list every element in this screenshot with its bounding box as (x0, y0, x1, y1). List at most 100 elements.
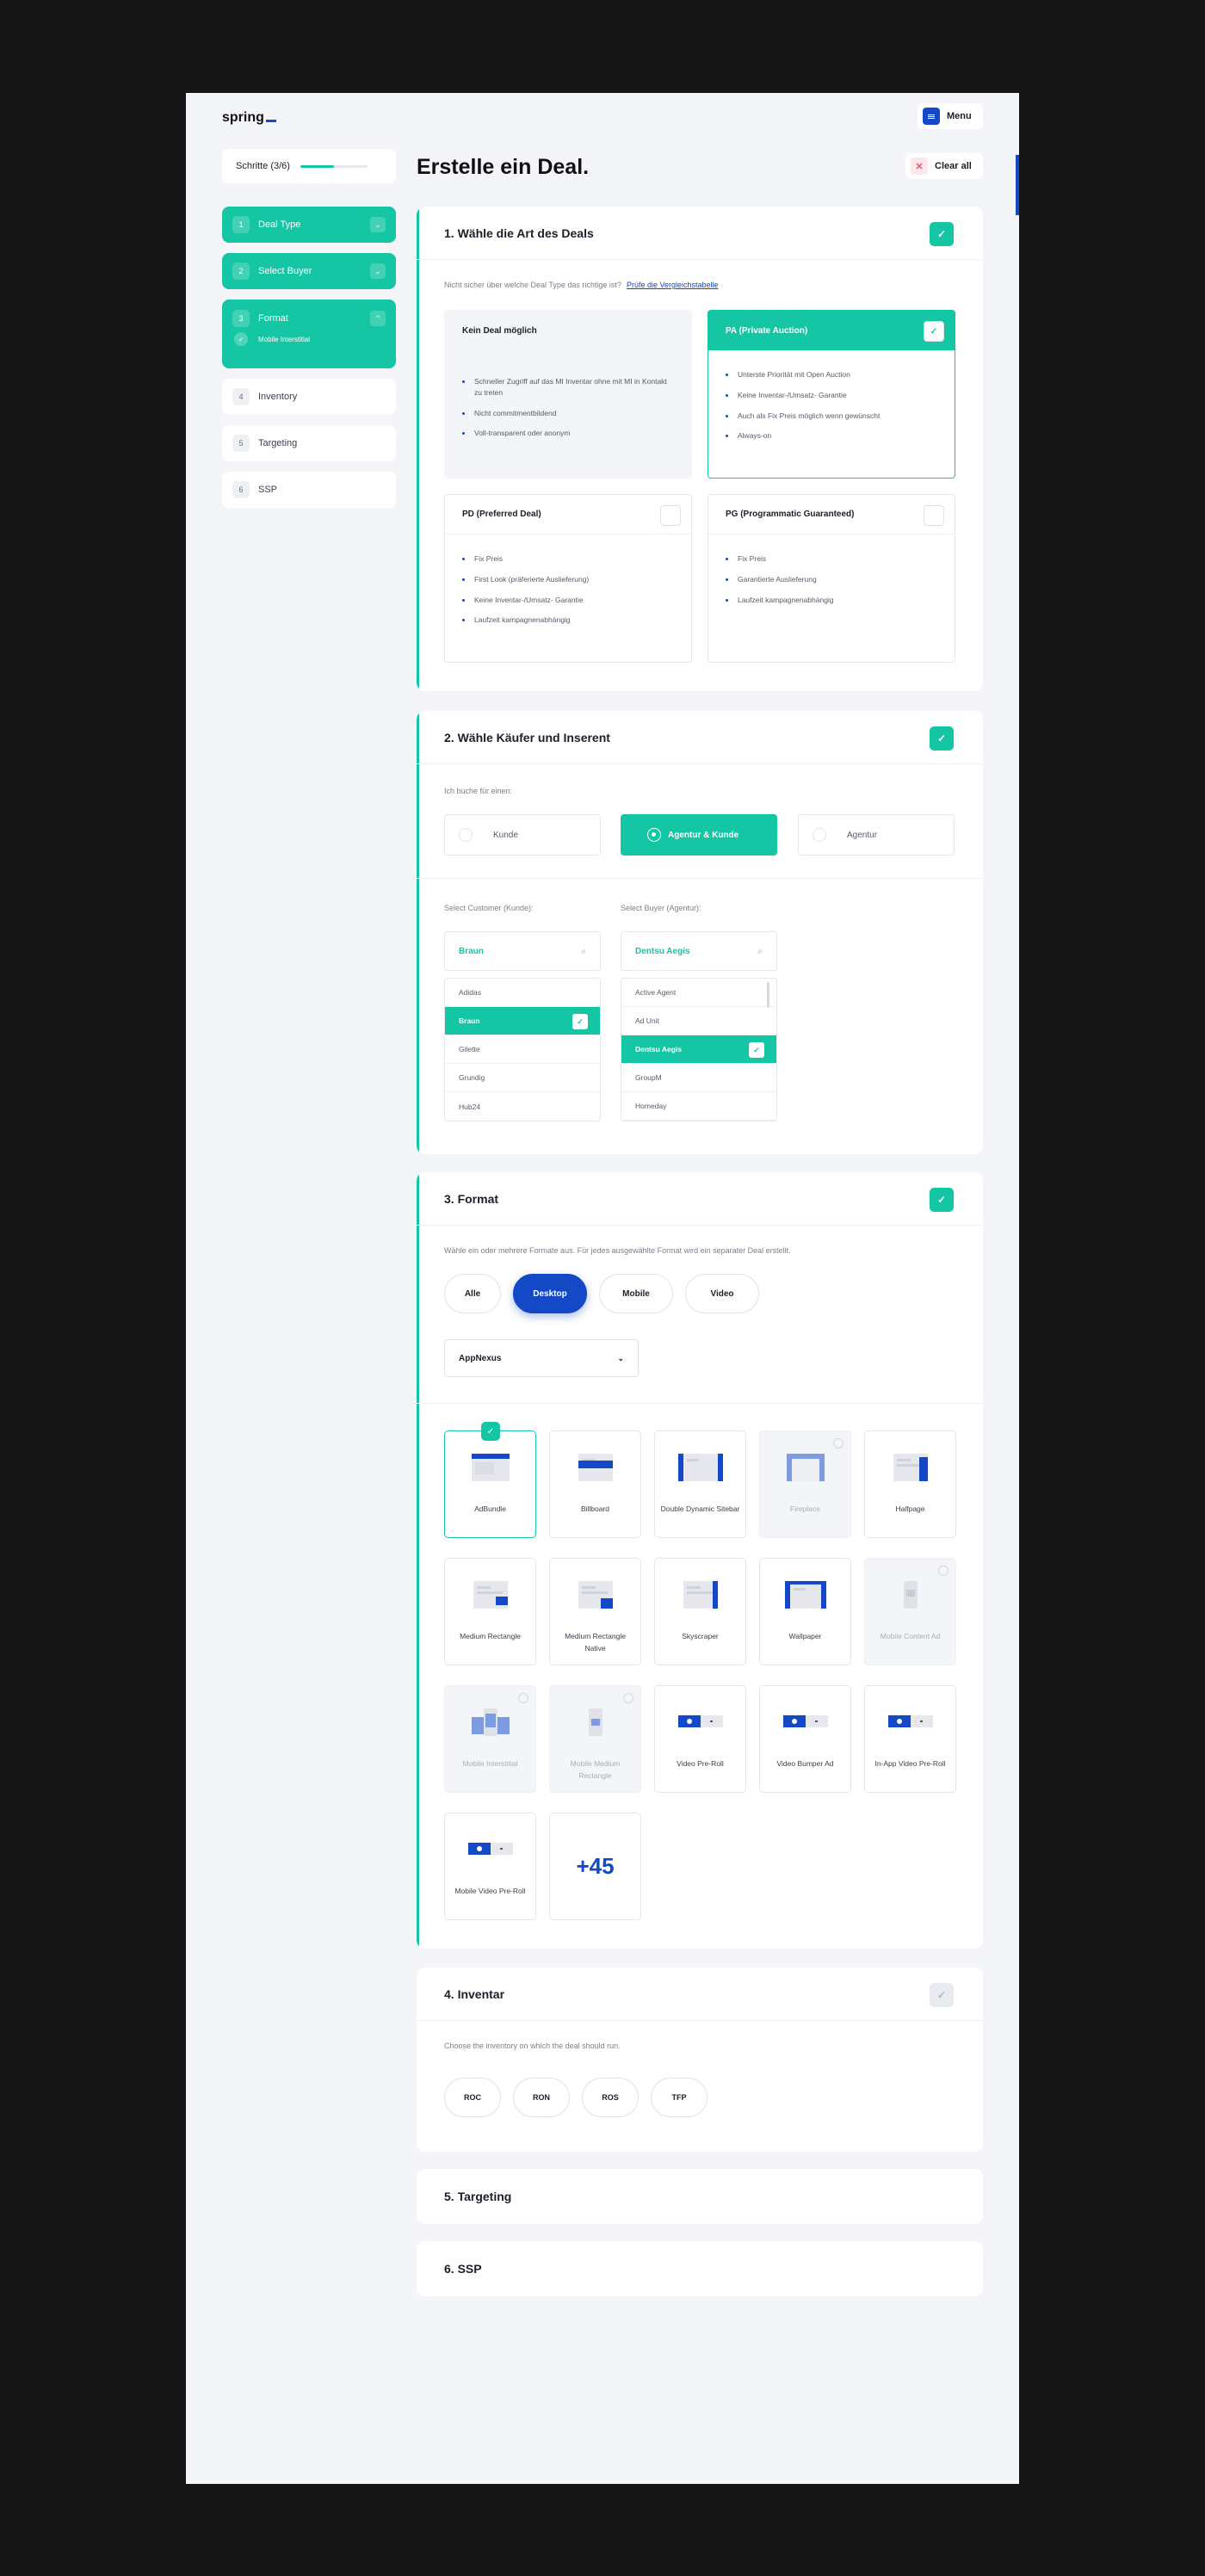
format-tile[interactable]: Skyscraper (654, 1558, 746, 1665)
list-item[interactable]: Active Agent (621, 979, 776, 1007)
radio-button[interactable] (459, 828, 473, 842)
inventory-option-tfp[interactable]: TFP (651, 2078, 708, 2117)
format-tile[interactable]: Mobile Content Ad (864, 1558, 956, 1665)
inventory-option-roc[interactable]: ROC (444, 2078, 501, 2117)
format-label: Mobile Medium Rectangle (570, 1759, 621, 1780)
format-label: Wallpaper (788, 1632, 822, 1640)
nav-item-label: Select Buyer (258, 266, 312, 276)
option-agentur[interactable]: Agentur (798, 814, 955, 856)
menu-button[interactable]: Menu (918, 103, 983, 129)
step-nav: 1 Deal Type ⌄ 2 Select Buyer ⌄ 3 Format … (222, 207, 396, 518)
list-item[interactable]: GroupM (621, 1064, 776, 1092)
format-tile[interactable]: In-App Video Pre-Roll (864, 1685, 956, 1793)
nav-item-targeting[interactable]: 5 Targeting (222, 425, 396, 461)
nav-item-label: Deal Type (258, 219, 301, 230)
format-tile[interactable]: Video Pre-Roll (654, 1685, 746, 1793)
nav-item-inventory[interactable]: 4 Inventory (222, 379, 396, 415)
format-tile[interactable]: Fireplace (759, 1430, 851, 1538)
format-tile[interactable]: ✓ AdBundle (444, 1422, 536, 1538)
platform-select[interactable]: AppNexus ⌄ (444, 1339, 639, 1377)
list-item[interactable]: Ad Unit (621, 1007, 776, 1035)
check-icon[interactable]: ✓ (930, 222, 954, 246)
deal-option-pa[interactable]: PA (Private Auction) ✓ Unterste Priorität… (708, 310, 955, 479)
customer-search-input[interactable]: Braun ⌕ (444, 931, 601, 971)
deal-option-pg[interactable]: PG (Programmatic Guaranteed) Fix Preis G… (708, 494, 955, 663)
inventory-option-ron[interactable]: RON (513, 2078, 570, 2117)
nav-item-ssp[interactable]: 6 SSP (222, 472, 396, 508)
clear-all-button[interactable]: ✕ Clear all (905, 153, 983, 179)
section-header[interactable]: 2. Wähle Käufer und Inserent ✓ (417, 711, 983, 764)
filter-alle[interactable]: Alle (444, 1274, 501, 1313)
section-header[interactable]: 4. Inventar ✓ (417, 1968, 983, 2021)
nav-item-select-buyer[interactable]: 2 Select Buyer ⌄ (222, 253, 396, 289)
section-header[interactable]: 6. SSP (417, 2241, 983, 2296)
list-item[interactable]: Hub24 (445, 1092, 600, 1121)
list-item[interactable]: Adidas (445, 979, 600, 1007)
deal-bullet: Fix Preis (462, 553, 674, 565)
format-thumbnail (783, 1715, 828, 1727)
deal-bullet: Garantierte Auslieferung (726, 574, 937, 585)
format-tile[interactable]: Mobile Medium Rectangle (549, 1685, 641, 1793)
page-title: Erstelle ein Deal. (417, 155, 590, 179)
more-formats-button[interactable]: +45 (549, 1813, 641, 1920)
nav-step-number: 5 (232, 435, 250, 452)
nav-subitem[interactable]: ✓ Mobile Interstitial (232, 332, 386, 346)
check-icon[interactable]: ✓ (930, 726, 954, 751)
list-item[interactable]: Homeday (621, 1092, 776, 1121)
section-header[interactable]: 1. Wähle die Art des Deals ✓ (417, 207, 983, 260)
nav-item-deal-type[interactable]: 1 Deal Type ⌄ (222, 207, 396, 243)
chevron-down-icon[interactable]: ⌄ (370, 263, 386, 279)
format-tile[interactable]: Medium Rectangle Native (549, 1558, 641, 1665)
format-tile[interactable]: Billboard (549, 1430, 641, 1538)
chevron-down-icon[interactable]: ⌄ (370, 217, 386, 232)
check-icon[interactable]: ✓ (930, 1983, 954, 2007)
inventory-option-ros[interactable]: ROS (582, 2078, 639, 2117)
comparison-table-link[interactable]: Prüfe die Vergleichstabelle (627, 281, 719, 289)
option-agentur-kunde[interactable]: Agentur & Kunde (621, 814, 777, 856)
format-thumbnail (904, 1581, 918, 1609)
section-targeting[interactable]: 5. Targeting (417, 2169, 983, 2224)
filter-desktop[interactable]: Desktop (513, 1274, 587, 1313)
section-buyer: 2. Wähle Käufer und Inserent ✓ Ich buche… (417, 711, 983, 1154)
filter-video[interactable]: Video (685, 1274, 759, 1313)
list-item[interactable]: Grundig (445, 1064, 600, 1092)
section-header[interactable]: 3. Format ✓ (417, 1172, 983, 1226)
format-tile[interactable]: Halfpage (864, 1430, 956, 1538)
checkbox[interactable] (924, 505, 944, 526)
list-item[interactable]: Gilette (445, 1035, 600, 1064)
list-item-selected[interactable]: Braun ✓ (445, 1007, 600, 1035)
format-tile[interactable]: Mobile Interstitial (444, 1685, 536, 1793)
scrollbar[interactable] (767, 982, 769, 1008)
chevron-up-icon[interactable]: ⌃ (370, 311, 386, 326)
buyer-label: Select Buyer (Agentur): (621, 904, 701, 912)
format-label: Medium Rectangle Native (565, 1632, 626, 1652)
logo[interactable]: spring (222, 110, 276, 126)
deal-option-none[interactable]: Kein Deal möglich Schneller Zugriff auf … (444, 310, 692, 479)
deal-option-title: Kein Deal möglich (462, 325, 537, 336)
format-thumbnail (578, 1454, 613, 1481)
list-item-selected[interactable]: Dentsu Aegis ✓ (621, 1035, 776, 1064)
format-tile[interactable]: Double Dynamic Sitebar (654, 1430, 746, 1538)
nav-item-format[interactable]: 3 Format ⌃ ✓ Mobile Interstitial (222, 300, 396, 368)
radio-button[interactable] (813, 828, 826, 842)
format-thumbnail (678, 1454, 723, 1481)
buyer-search-input[interactable]: Dentsu Aegis ⌕ (621, 931, 777, 971)
format-tile[interactable]: Medium Rectangle (444, 1558, 536, 1665)
format-thumbnail (787, 1454, 825, 1481)
format-label: In-App Video Pre-Roll (874, 1759, 946, 1768)
section-title: 5. Targeting (444, 2190, 512, 2203)
section-ssp[interactable]: 6. SSP (417, 2241, 983, 2296)
filter-mobile[interactable]: Mobile (599, 1274, 673, 1313)
option-kunde[interactable]: Kunde (444, 814, 601, 856)
format-tile[interactable]: Mobile Video Pre-Roll (444, 1813, 536, 1920)
nav-step-number: 3 (232, 310, 250, 327)
format-tile[interactable]: Wallpaper (759, 1558, 851, 1665)
section-header[interactable]: 5. Targeting (417, 2169, 983, 2224)
format-thumbnail (683, 1581, 718, 1609)
checkbox[interactable] (660, 505, 681, 526)
format-tile[interactable]: Video Bumper Ad (759, 1685, 851, 1793)
deal-option-pd[interactable]: PD (Preferred Deal) Fix Preis First Look… (444, 494, 692, 663)
check-icon[interactable]: ✓ (924, 321, 944, 342)
radio-button[interactable] (647, 828, 661, 842)
check-icon[interactable]: ✓ (930, 1188, 954, 1212)
